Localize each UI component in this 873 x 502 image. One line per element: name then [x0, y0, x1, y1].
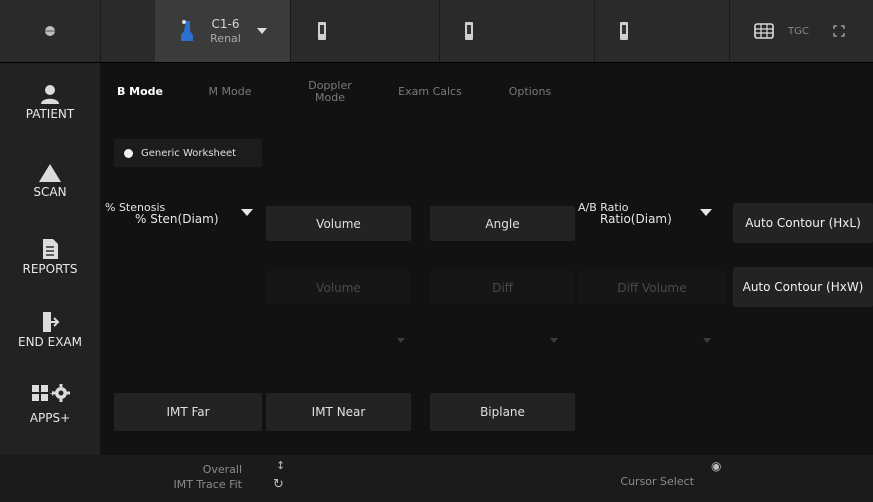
cursor-select-label: Cursor Select — [620, 475, 694, 488]
bottom-bar: Overall IMT Trace Fit ↕ ↻ Cursor Select … — [0, 455, 873, 502]
volume-button[interactable]: Volume — [266, 206, 411, 241]
chevron-down-icon — [550, 338, 558, 343]
probe-icon — [181, 20, 194, 41]
overall-control[interactable]: Overall IMT Trace Fit — [130, 462, 242, 492]
expand-icon[interactable] — [833, 25, 845, 37]
chevron-down-icon — [700, 209, 712, 216]
nav-reports[interactable]: REPORTS — [0, 238, 100, 276]
nav-label: REPORTS — [22, 262, 78, 276]
generic-worksheet-label: Generic Worksheet — [141, 147, 237, 159]
ghost-dropdown-3 — [575, 325, 725, 355]
generic-worksheet-button[interactable]: Generic Worksheet — [114, 139, 262, 167]
rotate-icon[interactable]: ↻ — [273, 477, 284, 492]
radio-selected-icon — [124, 148, 133, 158]
nav-end-exam[interactable]: END EXAM — [0, 311, 100, 349]
grid-icon — [754, 23, 774, 39]
reports-icon — [43, 239, 58, 259]
chevron-down-icon — [703, 338, 711, 343]
tab-doppler-mode[interactable]: Doppler Mode — [305, 77, 355, 107]
patient-icon — [41, 85, 59, 104]
chevron-down-icon — [256, 28, 267, 34]
angle-button[interactable]: Angle — [430, 206, 575, 241]
imt-far-button[interactable]: IMT Far — [114, 393, 262, 431]
ghost-dropdown-2 — [410, 325, 560, 355]
auto-contour-hxl-button[interactable]: Auto Contour (HxL) — [733, 203, 873, 243]
globe-icon — [45, 26, 55, 36]
overall-label: Overall — [202, 463, 242, 476]
ghost-dropdown-1 — [270, 325, 410, 355]
apps-gear-icon: + — [32, 384, 70, 402]
tab-exam-calcs[interactable]: Exam Calcs — [395, 77, 465, 107]
chevron-down-icon — [241, 209, 253, 216]
tab-m-mode[interactable]: M Mode — [200, 77, 260, 107]
volume-disabled-button: Volume — [266, 271, 411, 304]
probe-slot-3[interactable] — [440, 0, 595, 62]
probe-slot-icon — [620, 22, 628, 40]
top-bar: C1-6 Renal TGC — [0, 0, 873, 63]
cursor-select-icon[interactable]: ◉ — [711, 459, 721, 473]
probe-selector-active[interactable]: C1-6 Renal — [155, 0, 291, 62]
tab-b-mode[interactable]: B Mode — [110, 77, 170, 107]
end-exam-icon — [43, 312, 60, 332]
tgc-label: TGC — [788, 25, 809, 37]
probe-name: C1-6 — [211, 16, 240, 31]
biplane-button[interactable]: Biplane — [430, 393, 575, 431]
nav-apps[interactable]: + APPS+ — [0, 383, 100, 425]
left-nav: PATIENT SCAN REPORTS END EXAM + — [0, 63, 100, 455]
stenosis-value: % Sten(Diam) — [135, 212, 219, 226]
stenosis-dropdown[interactable]: % Stenosis % Sten(Diam) — [105, 199, 255, 229]
diff-disabled-button: Diff — [430, 271, 575, 304]
nav-patient[interactable]: PATIENT — [0, 83, 100, 121]
chevron-down-icon — [397, 338, 405, 343]
imt-trace-fit-label: IMT Trace Fit — [173, 478, 242, 491]
nav-label: PATIENT — [25, 107, 75, 121]
probe-slot-2[interactable] — [290, 0, 440, 62]
scan-icon — [39, 164, 61, 182]
nav-label: END EXAM — [18, 335, 82, 349]
probe-slot-icon — [318, 22, 326, 40]
probe-slot-4[interactable] — [595, 0, 730, 62]
main-panel: B Mode M Mode Doppler Mode Exam Calcs Op… — [100, 63, 873, 455]
system-button[interactable] — [0, 0, 101, 62]
auto-contour-hxw-button[interactable]: Auto Contour (HxW) — [733, 267, 873, 307]
diff-volume-disabled-button: Diff Volume — [578, 271, 726, 304]
probe-preset: Renal — [210, 31, 241, 45]
updown-arrow-icon[interactable]: ↕ — [276, 459, 285, 472]
tgc-button[interactable]: TGC — [730, 0, 873, 62]
ab-ratio-dropdown[interactable]: A/B Ratio Ratio(Diam) — [578, 199, 723, 229]
imt-near-button[interactable]: IMT Near — [266, 393, 411, 431]
nav-label: APPS+ — [29, 411, 71, 425]
tab-options[interactable]: Options — [500, 77, 560, 107]
probe-slot-icon — [465, 22, 473, 40]
nav-scan[interactable]: SCAN — [0, 163, 100, 199]
nav-label: SCAN — [33, 185, 67, 199]
ab-ratio-value: Ratio(Diam) — [600, 212, 672, 226]
